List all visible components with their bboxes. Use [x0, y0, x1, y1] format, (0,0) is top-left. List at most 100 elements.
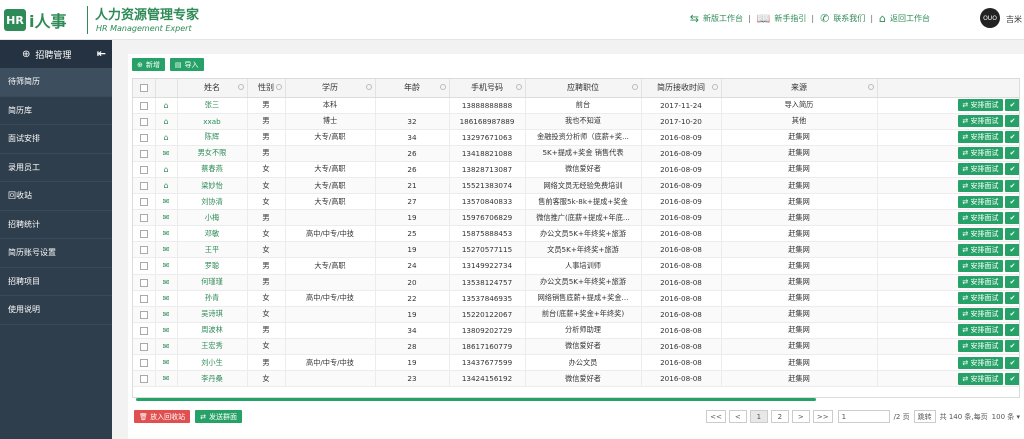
- schedule-interview-button[interactable]: ⇄ 安排面试: [958, 179, 1003, 192]
- logo[interactable]: HR i人事: [4, 8, 67, 32]
- approve-button[interactable]: ✔: [1004, 131, 1019, 144]
- table-row[interactable]: ✉ 小梅男 19 15976706829 微信推广(底薪+提成+年底... 2016-08…: [133, 209, 1019, 227]
- sidebar-item[interactable]: 面试安排: [0, 125, 112, 154]
- approve-button[interactable]: ✔: [1004, 179, 1019, 192]
- col-age[interactable]: 年龄: [375, 79, 450, 98]
- col-phone[interactable]: 手机号码: [449, 79, 526, 98]
- move-to-recycle-button[interactable]: 🗑 放入回收站: [134, 410, 191, 423]
- approve-button[interactable]: ✔: [1004, 292, 1019, 305]
- table-row[interactable]: ✉ 男女不限男 26 13418821088 5K+提成+奖金 销售代表 2016-08-…: [133, 145, 1019, 162]
- sidebar-item[interactable]: 待筛简历: [0, 68, 112, 97]
- horizontal-scrollbar[interactable]: [132, 398, 1020, 403]
- filter-icon[interactable]: [515, 84, 522, 90]
- candidate-name[interactable]: 小梅: [177, 209, 248, 227]
- col-received[interactable]: 简历接收时间: [641, 79, 722, 98]
- sidebar-item[interactable]: 招聘项目: [0, 268, 112, 296]
- row-checkbox[interactable]: [133, 241, 156, 259]
- sidebar-item[interactable]: 使用说明: [0, 296, 112, 325]
- col-position[interactable]: 应聘职位: [525, 79, 642, 98]
- filter-icon[interactable]: [631, 84, 638, 90]
- schedule-interview-button[interactable]: ⇄ 安排面试: [958, 131, 1003, 144]
- table-row[interactable]: ⌂ 蔡春燕女大专/高职 26 13828713087 微信爱好者 2016-08-09 赶集…: [133, 161, 1019, 178]
- import-button[interactable]: ▤ 导入: [169, 58, 204, 71]
- candidate-name[interactable]: 罗聪: [177, 257, 248, 275]
- link-contact[interactable]: ✆ 联系我们 |: [820, 12, 873, 25]
- table-row[interactable]: ✉ 孙青女高中/中专/中技 22 13537846935 网络销售底薪+提成+奖金...…: [133, 290, 1019, 307]
- row-checkbox[interactable]: [133, 145, 156, 162]
- approve-button[interactable]: ✔: [1004, 211, 1019, 224]
- col-gender[interactable]: 性别: [247, 79, 286, 98]
- schedule-interview-button[interactable]: ⇄ 安排面试: [958, 243, 1003, 256]
- col-source[interactable]: 来源: [721, 79, 878, 98]
- schedule-interview-button[interactable]: ⇄ 安排面试: [958, 292, 1003, 305]
- schedule-interview-button[interactable]: ⇄ 安排面试: [958, 227, 1003, 240]
- page-number-input[interactable]: 1: [837, 410, 890, 423]
- page-2-button[interactable]: 2: [770, 410, 789, 423]
- row-checkbox[interactable]: [133, 225, 156, 243]
- table-row[interactable]: ✉ 王宏秀女 28 18617160779 微信爱好者 2016-08-08 赶集网 ⇄ 安排…: [133, 338, 1019, 356]
- row-checkbox[interactable]: [133, 97, 156, 114]
- row-checkbox[interactable]: [133, 306, 156, 323]
- approve-button[interactable]: ✔: [1004, 259, 1019, 272]
- schedule-interview-button[interactable]: ⇄ 安排面试: [958, 340, 1003, 353]
- schedule-interview-button[interactable]: ⇄ 安排面试: [958, 163, 1003, 176]
- add-button[interactable]: ⊕ 新增: [132, 58, 165, 71]
- candidate-name[interactable]: 张三: [177, 97, 248, 114]
- per-page-select[interactable]: 100 条 ▾: [992, 412, 1020, 422]
- table-row[interactable]: ⌂ 陈辉男大专/高职 34 13297671063 金融投资分析师（底薪+奖... 201…: [133, 129, 1019, 146]
- schedule-interview-button[interactable]: ⇄ 安排面试: [958, 259, 1003, 272]
- row-checkbox[interactable]: [133, 209, 156, 227]
- group-send-button[interactable]: ⇄ 发送群面: [195, 410, 242, 423]
- filter-icon[interactable]: [275, 84, 282, 90]
- sidebar-item[interactable]: 回收站: [0, 182, 112, 211]
- row-checkbox[interactable]: [133, 257, 156, 275]
- approve-button[interactable]: ✔: [1004, 163, 1019, 176]
- username[interactable]: 吉米: [1006, 14, 1022, 25]
- link-guide[interactable]: 📖 新手指引 |: [757, 12, 814, 25]
- table-row[interactable]: ✉ 刘小生男高中/中专/中技 19 13437677599 办公文员 2016-08-08…: [133, 354, 1019, 372]
- schedule-interview-button[interactable]: ⇄ 安排面试: [958, 195, 1003, 208]
- candidate-name[interactable]: 男女不限: [177, 145, 248, 162]
- approve-button[interactable]: ✔: [1004, 227, 1019, 240]
- row-checkbox[interactable]: [133, 177, 156, 195]
- sidebar-item[interactable]: 简历账号设置: [0, 239, 112, 268]
- page-1-button[interactable]: 1: [749, 410, 768, 423]
- candidate-name[interactable]: 王平: [177, 241, 248, 259]
- candidate-name[interactable]: 蔡春燕: [177, 161, 248, 178]
- table-row[interactable]: ✉ 李丹桑女 23 13424156192 微信爱好者 2016-08-08 赶集网 ⇄ 安排…: [133, 370, 1019, 388]
- approve-button[interactable]: ✔: [1004, 340, 1019, 353]
- candidate-name[interactable]: 刘协清: [177, 193, 248, 211]
- col-education[interactable]: 学历: [285, 79, 376, 98]
- table-row[interactable]: ✉ 罗聪男大专/高职 24 13149922734 人事培训师 2016-08-08 赶集网…: [133, 257, 1019, 275]
- schedule-interview-button[interactable]: ⇄ 安排面试: [958, 372, 1003, 385]
- table-row[interactable]: ⌂ 梁妙怡女大专/高职 21 15521383074 网络文员无经验免费培训 2016-0…: [133, 177, 1019, 195]
- schedule-interview-button[interactable]: ⇄ 安排面试: [958, 324, 1003, 337]
- filter-icon[interactable]: [439, 84, 446, 90]
- table-row[interactable]: ✉ 邓敏女高中/中专/中技 25 15875888453 办公文员5K+年终奖+旅游 20…: [133, 225, 1019, 243]
- row-checkbox[interactable]: [133, 113, 156, 130]
- approve-button[interactable]: ✔: [1004, 276, 1019, 289]
- candidate-name[interactable]: 周波林: [177, 322, 248, 339]
- candidate-name[interactable]: 王宏秀: [177, 338, 248, 356]
- first-page-button[interactable]: <<: [706, 410, 726, 423]
- go-button[interactable]: 跳转: [913, 410, 936, 423]
- approve-button[interactable]: ✔: [1004, 324, 1019, 337]
- table-row[interactable]: ✉ 周波林男 34 13809202729 分析师助理 2016-08-08 赶集网 ⇄ 安排…: [133, 322, 1019, 339]
- candidate-name[interactable]: 吴诗琪: [177, 306, 248, 323]
- row-checkbox[interactable]: [133, 290, 156, 307]
- schedule-interview-button[interactable]: ⇄ 安排面试: [958, 308, 1003, 321]
- approve-button[interactable]: ✔: [1004, 243, 1019, 256]
- table-row[interactable]: ✉ 王平女 19 15270577115 文员5K+年终奖+旅游 2016-08-08 赶集…: [133, 241, 1019, 259]
- link-home[interactable]: ⌂ 返回工作台: [879, 12, 930, 25]
- approve-button[interactable]: ✔: [1004, 372, 1019, 385]
- schedule-interview-button[interactable]: ⇄ 安排面试: [958, 99, 1003, 112]
- link-new-workbench[interactable]: ⇆ 新版工作台 |: [690, 12, 751, 25]
- filter-icon[interactable]: [237, 84, 244, 90]
- schedule-interview-button[interactable]: ⇄ 安排面试: [958, 115, 1003, 128]
- candidate-name[interactable]: 孙青: [177, 290, 248, 307]
- select-all-checkbox[interactable]: [133, 79, 156, 98]
- filter-icon[interactable]: [867, 84, 874, 90]
- candidate-name[interactable]: 邓敏: [177, 225, 248, 243]
- row-checkbox[interactable]: [133, 129, 156, 146]
- schedule-interview-button[interactable]: ⇄ 安排面试: [958, 356, 1003, 369]
